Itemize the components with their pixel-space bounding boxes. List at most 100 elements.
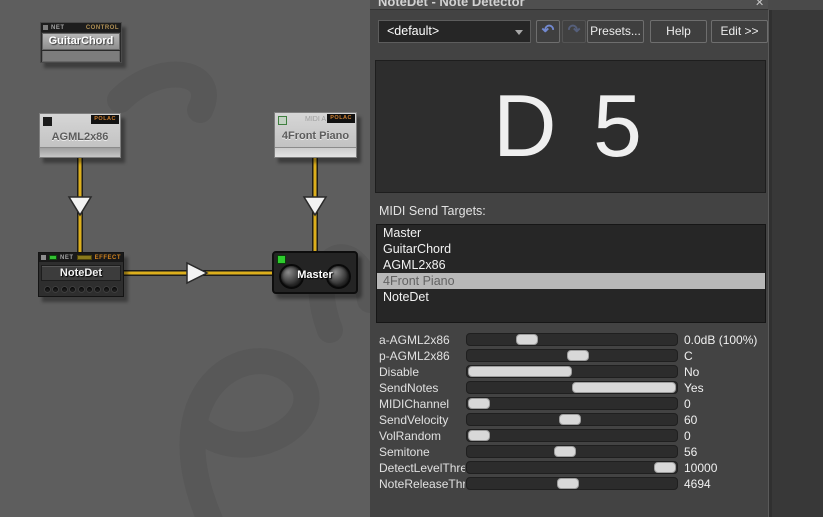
parameter-slider-thumb[interactable] [554,446,576,457]
parameter-slider-thumb[interactable] [516,334,538,345]
machine-master[interactable]: Master [272,251,358,294]
parameter-row: SendVelocity 60 [370,412,768,428]
midi-target-item[interactable]: GuitarChord [377,241,765,257]
loader-badge: POLAC [91,115,119,124]
parameter-value: C [684,349,693,363]
parameter-slider-thumb[interactable] [468,398,490,409]
parameter-row: SendNotes Yes [370,380,768,396]
parameter-value: 0 [684,429,691,443]
parameter-row: DetectLevelThres 10000 [370,460,768,476]
parameter-value: 56 [684,445,697,459]
level-bar [77,255,92,260]
parameter-row: NoteReleaseThre 4694 [370,476,768,492]
chevron-down-icon [515,30,523,35]
parameter-slider-thumb[interactable] [468,430,490,441]
parameter-slider-track[interactable] [466,445,678,458]
parameter-label: SendVelocity [379,413,465,427]
machine-type-label: EFFECT [95,254,121,262]
parameter-value: Yes [684,381,704,395]
parameter-row: Disable No [370,364,768,380]
parameter-panel: NoteDet - Note Detector ✕ <default> ↶ ↷ … [370,0,768,517]
parameter-slider-track[interactable] [466,349,678,362]
machine-agml2x86[interactable]: POLAC AGML2x86 [39,113,121,158]
app-window: NET CONTROL GuitarChord POLAC AGML2x86 M… [0,0,823,517]
machine-name: NoteDet [41,265,121,281]
close-icon[interactable]: ✕ [755,0,764,9]
parameter-label: MIDIChannel [379,397,465,411]
parameter-slider-track[interactable] [466,461,678,474]
parameter-sliders: a-AGML2x86 0.0dB (100%) p-AGML2x86 C Dis… [370,332,768,492]
parameter-slider-thumb[interactable] [572,382,676,393]
net-label: NET [51,24,65,32]
machine-header-strip: NET EFFECT [39,253,123,262]
parameter-slider-track[interactable] [466,477,678,490]
parameter-slider-track[interactable] [466,333,678,346]
machine-footer [275,147,356,157]
parameter-label: p-AGML2x86 [379,349,465,363]
edit-button[interactable]: Edit >> [711,20,768,43]
parameter-value: 60 [684,413,697,427]
mute-led-icon[interactable] [43,25,48,30]
machine-canvas[interactable]: NET CONTROL GuitarChord POLAC AGML2x86 M… [0,0,370,517]
parameter-label: Disable [379,365,465,379]
midi-target-item[interactable]: Master [377,225,765,241]
parameter-slider-track[interactable] [466,413,678,426]
midi-send-targets-label: MIDI Send Targets: [379,204,486,218]
mute-led-icon[interactable] [43,117,52,126]
redo-icon: ↷ [568,22,581,39]
activity-led-icon [49,255,57,260]
parameter-slider-thumb[interactable] [557,478,579,489]
preset-dropdown[interactable]: <default> [378,20,531,43]
mute-led-icon[interactable] [41,255,46,260]
parameter-row: a-AGML2x86 0.0dB (100%) [370,332,768,348]
undo-icon: ↶ [542,22,555,39]
parameter-slider-thumb[interactable] [468,366,572,377]
parameter-value: 0 [684,397,691,411]
undo-button[interactable]: ↶ [536,20,560,43]
midi-send-targets-list: MasterGuitarChordAGML2x864Front PianoNot… [376,224,766,323]
presets-button[interactable]: Presets... [587,20,644,43]
parameter-slider-track[interactable] [466,429,678,442]
machine-name: GuitarChord [42,33,120,50]
parameter-value: 0.0dB (100%) [684,333,757,347]
machine-type-label: CONTROL [86,24,119,32]
midi-target-item[interactable]: 4Front Piano [377,273,765,289]
parameter-label: NoteReleaseThre [379,477,465,491]
parameter-row: p-AGML2x86 C [370,348,768,364]
parameter-label: Semitone [379,445,465,459]
midi-target-item[interactable]: NoteDet [377,289,765,305]
machine-guitarchord[interactable]: NET CONTROL GuitarChord [40,22,122,63]
connection-arrow-right[interactable] [187,263,207,283]
parameter-slider-track[interactable] [466,365,678,378]
net-label: NET [60,254,74,262]
machine-name: 4Front Piano [275,130,356,142]
panel-titlebar[interactable]: NoteDet - Note Detector ✕ [370,0,823,10]
window-gutter [768,10,823,517]
parameter-slider-track[interactable] [466,381,678,394]
parameter-row: VolRandom 0 [370,428,768,444]
parameter-slider-thumb[interactable] [567,350,589,361]
parameter-value: 10000 [684,461,717,475]
machine-footer [40,147,120,157]
machine-header-strip: NET CONTROL [41,23,121,32]
parameter-label: VolRandom [379,429,465,443]
parameter-slider-thumb[interactable] [559,414,581,425]
loader-badge: POLAC [327,114,355,123]
activity-led-icon [277,255,286,264]
connection-arrow-down[interactable] [69,197,91,215]
machine-name: AGML2x86 [40,131,120,143]
parameter-label: SendNotes [379,381,465,395]
parameter-value: No [684,365,699,379]
redo-button[interactable]: ↷ [562,20,586,43]
help-button[interactable]: Help [650,20,707,43]
connection-arrow-down[interactable] [304,197,326,215]
midi-target-item[interactable]: AGML2x86 [377,257,765,273]
machine-4front-piano[interactable]: MIDI A POLAC 4Front Piano [274,112,357,158]
machine-name: Master [274,269,356,281]
parameter-label: a-AGML2x86 [379,333,465,347]
machine-notedet[interactable]: NET EFFECT NoteDet [38,252,124,297]
parameter-label: DetectLevelThres [379,461,465,475]
detected-note-display: D 5 [375,60,766,193]
parameter-slider-track[interactable] [466,397,678,410]
parameter-slider-thumb[interactable] [654,462,676,473]
